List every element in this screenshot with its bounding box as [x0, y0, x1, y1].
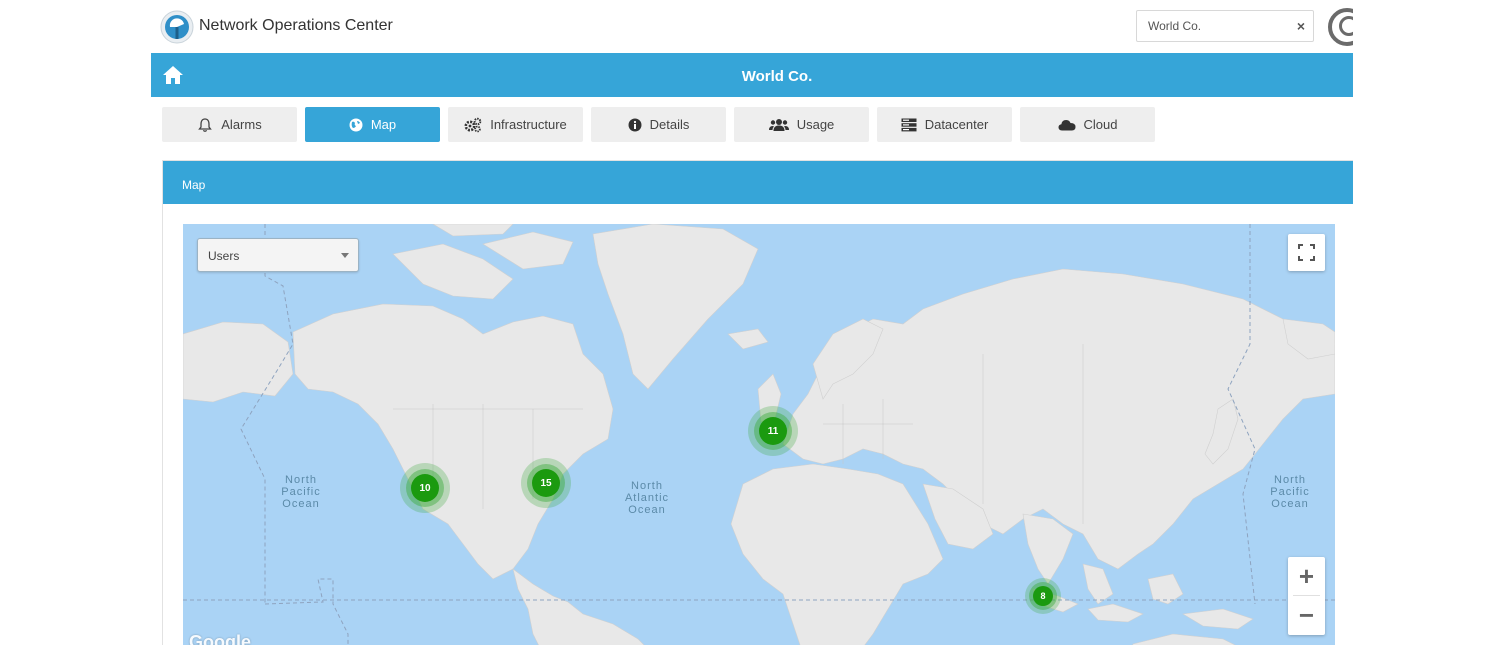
ocean-label-line: Pacific [281, 486, 321, 498]
map-attribution-logo: Google [189, 632, 251, 645]
cluster-count: 8 [1033, 586, 1053, 606]
ocean-label-line: Ocean [628, 504, 666, 516]
ocean-label-line: North [285, 474, 317, 486]
panel-header: Map [163, 161, 1353, 204]
tab-usage[interactable]: Usage [734, 107, 869, 142]
panel-title: Map [182, 178, 206, 192]
tab-label: Alarms [221, 117, 262, 132]
account-search[interactable]: × [1136, 10, 1314, 42]
world-map[interactable]: North Pacific Ocean North Atlantic Ocean… [183, 224, 1335, 645]
tab-label: Infrastructure [490, 117, 567, 132]
map-cluster-marker[interactable]: 11 [748, 406, 798, 456]
tab-details[interactable]: Details [591, 107, 726, 142]
tab-bar: Alarms Map Infrastructure Details Usage … [151, 107, 1353, 143]
ocean-label-line: Ocean [282, 498, 320, 510]
chevron-down-icon [341, 253, 349, 258]
user-avatar[interactable] [1328, 8, 1353, 46]
users-icon [768, 118, 789, 131]
bell-icon [198, 117, 213, 132]
tab-label: Datacenter [924, 117, 989, 132]
select-value: Users [208, 249, 240, 263]
map-layer-select[interactable]: Users [197, 238, 359, 272]
company-title: World Co. [741, 68, 813, 85]
ocean-label-pacific-west: North Pacific Ocean [271, 474, 331, 510]
tab-cloud[interactable]: Cloud [1020, 107, 1155, 142]
clear-search-icon[interactable]: × [1297, 18, 1305, 34]
zoom-in-button[interactable]: + [1288, 557, 1325, 595]
tab-label: Usage [796, 117, 835, 132]
tab-label: Map [370, 117, 397, 132]
ocean-label-line: Pacific [1270, 486, 1310, 498]
ocean-label-line: Atlantic [624, 492, 670, 504]
ocean-label-line: Ocean [1271, 498, 1309, 510]
map-cluster-marker[interactable]: 10 [400, 463, 450, 513]
tab-label: Cloud [1083, 117, 1118, 132]
app-title: Network Operations Center [199, 17, 393, 34]
ocean-label-atlantic: North Atlantic Ocean [615, 480, 679, 516]
tab-datacenter[interactable]: Datacenter [877, 107, 1012, 142]
globe-icon [349, 118, 363, 131]
fullscreen-button[interactable] [1288, 234, 1325, 271]
avatar-icon [1339, 16, 1353, 36]
tab-map[interactable]: Map [305, 107, 440, 142]
gears-icon [464, 117, 482, 132]
server-icon [901, 118, 917, 131]
cluster-count: 15 [532, 469, 560, 497]
search-input[interactable] [1137, 11, 1277, 41]
tab-infrastructure[interactable]: Infrastructure [448, 107, 583, 142]
ocean-label-pacific-east: North Pacific Ocean [1260, 474, 1320, 510]
tab-label: Details [649, 117, 690, 132]
tab-alarms[interactable]: Alarms [162, 107, 297, 142]
cluster-count: 11 [759, 417, 787, 445]
zoom-out-button[interactable]: − [1288, 596, 1325, 634]
ocean-label-line: North [631, 480, 663, 492]
fullscreen-icon [1298, 244, 1315, 261]
cluster-count: 10 [411, 474, 439, 502]
company-banner: World Co. [151, 53, 1353, 97]
ocean-label-line: North [1274, 474, 1306, 486]
top-bar: Network Operations Center × [151, 0, 1353, 53]
info-icon [628, 118, 642, 131]
map-cluster-marker[interactable]: 8 [1025, 578, 1061, 614]
cloud-icon [1058, 119, 1076, 130]
logo-icon [160, 10, 194, 44]
zoom-control: + − [1288, 557, 1325, 635]
map-cluster-marker[interactable]: 15 [521, 458, 571, 508]
